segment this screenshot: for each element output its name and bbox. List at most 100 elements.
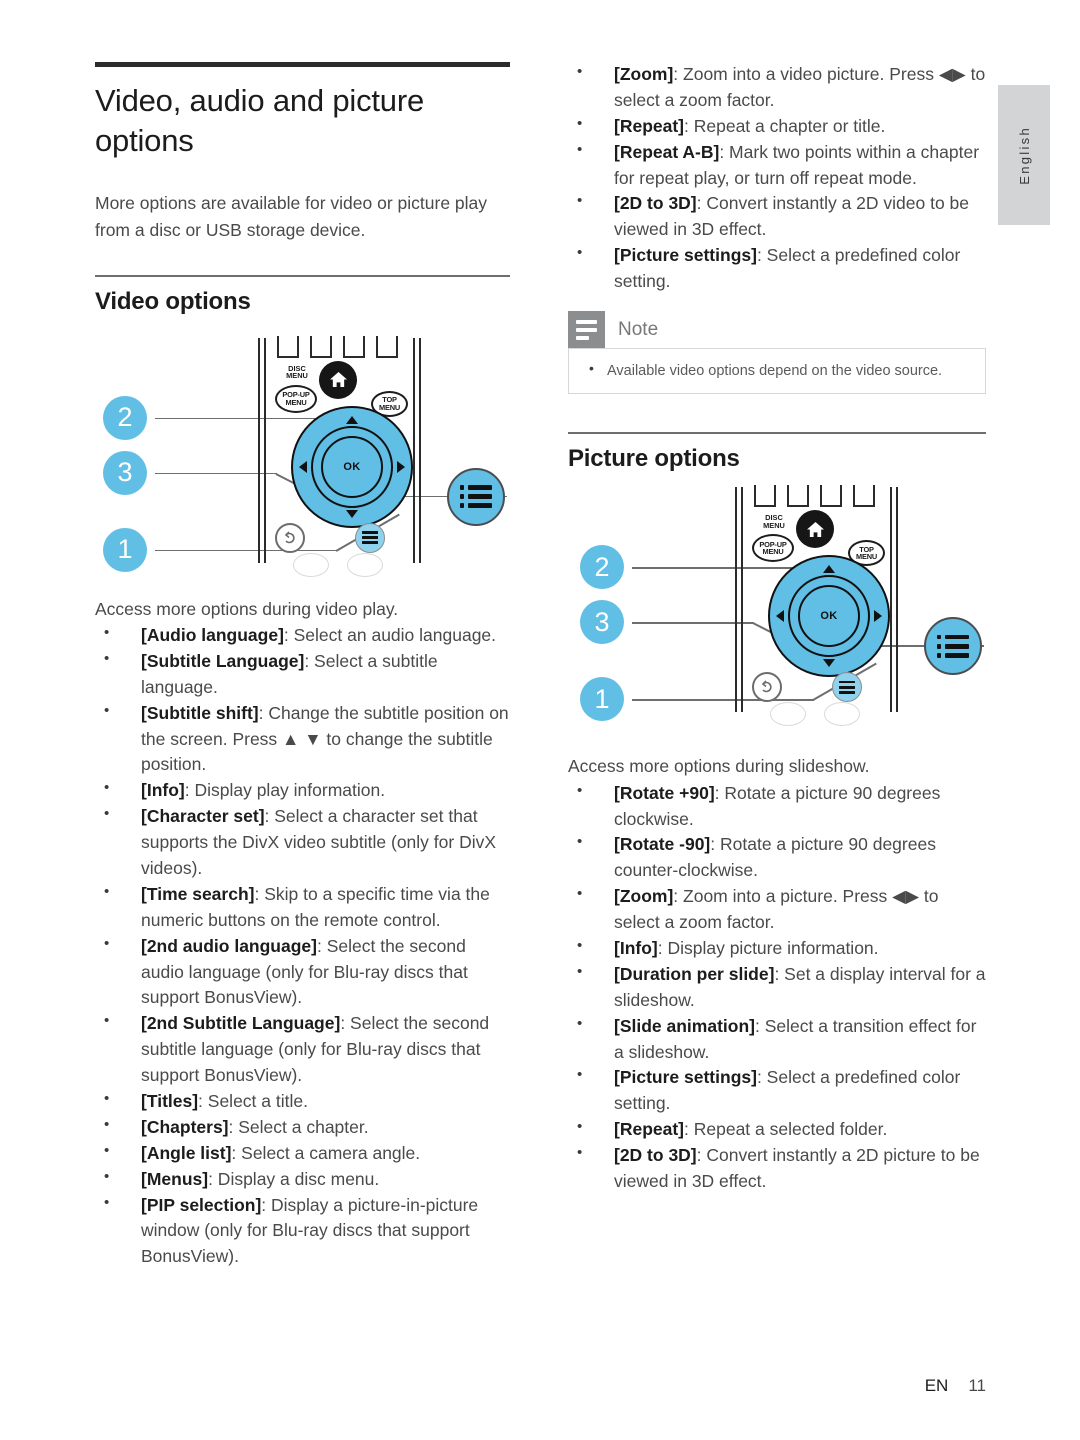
list-item: [PIP selection]: Display a picture-in-pi…	[95, 1192, 510, 1271]
option-term: [Audio language]	[141, 624, 284, 645]
list-item: [Picture settings]: Select a predefined …	[568, 242, 986, 295]
options-line-2	[839, 686, 855, 689]
top-button-2[interactable]	[310, 335, 332, 358]
ghost-button-right	[824, 702, 860, 727]
note-box: Note Available video options depend on t…	[568, 311, 986, 395]
remote-edge-right-inner	[890, 487, 892, 713]
options-icon	[459, 485, 493, 509]
callout-1: 1	[103, 527, 147, 572]
disc-menu-label: DISC MENU	[763, 513, 785, 531]
top-button-3[interactable]	[343, 335, 365, 358]
chapter-rule	[95, 62, 510, 67]
popup-menu-button[interactable]: POP-UP MENU	[275, 384, 317, 413]
options-button-zoomed[interactable]	[924, 617, 982, 676]
option-desc: : Display play information.	[184, 780, 386, 801]
nav-left-icon[interactable]	[776, 610, 784, 623]
nav-up-icon[interactable]	[346, 415, 358, 424]
list-item: [Audio language]: Select an audio langua…	[95, 622, 510, 649]
list-item: [Rotate -90]: Rotate a picture 90 degree…	[568, 831, 986, 884]
list-item: [Angle list]: Select a camera angle.	[95, 1140, 510, 1167]
option-desc: : Display picture information.	[657, 938, 879, 959]
options-button-zoomed[interactable]	[447, 467, 505, 526]
option-term: [Titles]	[141, 1091, 199, 1111]
option-term: [Subtitle Language]	[141, 650, 305, 671]
list-item: [Menus]: Display a disc menu.	[95, 1166, 510, 1193]
back-button[interactable]	[752, 672, 782, 703]
back-button[interactable]	[275, 522, 305, 553]
top-button-4[interactable]	[853, 485, 875, 508]
language-side-tab: English	[998, 85, 1050, 225]
home-button[interactable]	[796, 510, 834, 549]
remote-edge-right	[419, 337, 421, 563]
remote-edge-right	[896, 487, 898, 713]
top-button-4[interactable]	[376, 335, 398, 358]
picture-options-list: [Rotate +90]: Rotate a picture 90 degree…	[568, 780, 986, 1195]
option-term: [Chapters]	[141, 1116, 229, 1137]
list-item: [Character set]: Select a character set …	[95, 803, 510, 882]
popup-menu-line2: MENU	[285, 397, 307, 407]
options-button[interactable]	[832, 672, 862, 703]
list-item: [Time search]: Skip to a specific time v…	[95, 881, 510, 934]
nav-right-icon[interactable]	[397, 460, 405, 473]
option-term: [Zoom]	[614, 64, 674, 84]
home-button[interactable]	[319, 360, 357, 399]
remote-edge-left	[735, 487, 737, 713]
nav-down-icon[interactable]	[823, 659, 835, 668]
leader-line-1	[155, 549, 337, 552]
option-term: [Time search]	[141, 883, 255, 904]
options-icon	[936, 634, 970, 658]
option-term: [Zoom]	[614, 886, 674, 907]
nav-left-icon[interactable]	[299, 460, 307, 473]
options-button[interactable]	[355, 522, 385, 553]
ok-button-label: OK	[343, 460, 361, 473]
option-term: [Slide animation]	[614, 1015, 755, 1036]
manual-page: English Video, audio and picture options…	[0, 0, 1080, 1440]
top-button-1[interactable]	[277, 335, 299, 358]
options-line-1	[362, 531, 378, 534]
option-desc: : Select a title.	[198, 1091, 308, 1111]
list-item: [Info]: Display picture information.	[568, 935, 986, 962]
list-item: [Rotate +90]: Rotate a picture 90 degree…	[568, 780, 986, 833]
nav-up-icon[interactable]	[823, 565, 835, 574]
callout-1-label: 1	[594, 683, 610, 714]
option-desc: : Select an audio language.	[283, 624, 497, 645]
list-item: [Repeat]: Repeat a chapter or title.	[568, 113, 986, 140]
top-button-2[interactable]	[787, 485, 809, 508]
options-line-3	[362, 541, 378, 545]
remote-edge-left	[258, 337, 260, 563]
top-button-3[interactable]	[820, 485, 842, 508]
disc-menu-label: DISC MENU	[286, 363, 308, 381]
option-term: [PIP selection]	[141, 1194, 262, 1215]
ok-button[interactable]: OK	[321, 435, 383, 498]
video-options-lead: Access more options during video play.	[95, 598, 399, 619]
top-button-1[interactable]	[754, 485, 776, 508]
callout-2: 2	[580, 545, 624, 590]
ghost-button-left	[770, 702, 806, 727]
back-arrow-icon	[761, 680, 772, 693]
list-item: [Info]: Display play information.	[95, 777, 510, 804]
home-icon	[329, 372, 347, 388]
list-item: [Zoom]: Zoom into a picture. Press ◀▶ to…	[568, 883, 986, 936]
option-desc: : Repeat a chapter or title.	[684, 115, 886, 136]
ok-button[interactable]: OK	[798, 585, 860, 648]
popup-menu-button[interactable]: POP-UP MENU	[752, 534, 794, 563]
list-item: [Zoom]: Zoom into a video picture. Press…	[568, 61, 986, 114]
options-line-1	[839, 680, 855, 684]
list-item: [Subtitle shift]: Change the subtitle po…	[95, 700, 510, 779]
option-term: [Repeat A-B]	[614, 141, 720, 162]
nav-down-icon[interactable]	[346, 509, 358, 518]
remote-edge-right-inner	[413, 337, 415, 563]
option-term: [Menus]	[141, 1168, 209, 1189]
option-term: [Info]	[141, 780, 185, 801]
nav-right-icon[interactable]	[874, 610, 882, 623]
ghost-button-right	[347, 552, 383, 577]
callout-2-label: 2	[594, 551, 610, 582]
list-item: [2nd Subtitle Language]: Select the seco…	[95, 1010, 510, 1089]
ghost-button-left	[293, 552, 329, 577]
callout-2-label: 2	[117, 402, 133, 433]
home-icon	[806, 521, 824, 537]
list-item: [Titles]: Select a title.	[95, 1088, 510, 1115]
page-footer: EN 11	[925, 1376, 986, 1396]
video-options-list: [Audio language]: Select an audio langua…	[95, 622, 510, 1271]
section-rule-picture	[568, 432, 986, 435]
